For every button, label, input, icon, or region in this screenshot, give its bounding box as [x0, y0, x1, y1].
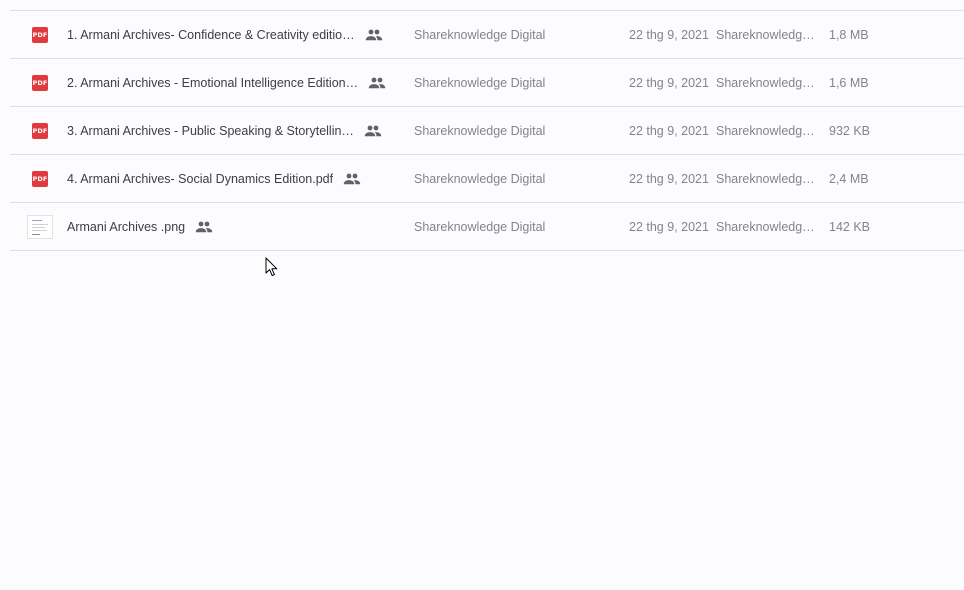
shared-people-icon	[368, 77, 386, 89]
modified-by-cell: Shareknowledg…	[716, 11, 816, 58]
modified-by-text: Shareknowledg…	[716, 219, 815, 234]
file-row[interactable]: PDF 3. Armani Archives - Public Speaking…	[10, 107, 964, 155]
file-name: 4. Armani Archives- Social Dynamics Edit…	[67, 171, 334, 186]
file-size-cell: 1,6 MB	[829, 75, 869, 90]
pdf-file-icon: PDF	[25, 11, 55, 58]
file-size-cell: 2,4 MB	[829, 171, 869, 186]
shared-people-icon	[364, 125, 382, 137]
shared-people-icon	[343, 173, 361, 185]
file-name: 3. Armani Archives - Public Speaking & S…	[67, 123, 354, 138]
image-thumbnail-icon	[25, 203, 55, 250]
owner-cell: Shareknowledge Digital	[414, 171, 546, 186]
modified-date-cell: 22 thg 9, 2021	[629, 27, 709, 42]
file-name-cell[interactable]: 1. Armani Archives- Confidence & Creativ…	[67, 11, 383, 58]
file-size-cell: 932 KB	[829, 123, 871, 138]
mouse-pointer-icon	[265, 257, 279, 282]
file-name-cell[interactable]: Armani Archives .png	[67, 203, 213, 250]
pdf-file-icon: PDF	[25, 59, 55, 106]
owner-cell: Shareknowledge Digital	[414, 75, 546, 90]
owner-cell: Shareknowledge Digital	[414, 123, 546, 138]
modified-by-text: Shareknowledg…	[716, 27, 815, 42]
file-row[interactable]: PDF 1. Armani Archives- Confidence & Cre…	[10, 11, 964, 59]
file-name: 1. Armani Archives- Confidence & Creativ…	[67, 27, 355, 42]
file-row[interactable]: Armani Archives .png Shareknowledge Digi…	[10, 203, 964, 251]
file-name: Armani Archives .png	[67, 219, 186, 234]
file-size-cell: 142 KB	[829, 219, 871, 234]
file-name-cell[interactable]: 3. Armani Archives - Public Speaking & S…	[67, 107, 382, 154]
modified-by-cell: Shareknowledg…	[716, 59, 816, 106]
file-name-cell[interactable]: 4. Armani Archives- Social Dynamics Edit…	[67, 155, 361, 202]
modified-by-text: Shareknowledg…	[716, 75, 815, 90]
modified-by-cell: Shareknowledg…	[716, 203, 816, 250]
pdf-file-icon: PDF	[25, 155, 55, 202]
file-row[interactable]: PDF 4. Armani Archives- Social Dynamics …	[10, 155, 964, 203]
owner-cell: Shareknowledge Digital	[414, 219, 546, 234]
modified-by-cell: Shareknowledg…	[716, 155, 816, 202]
file-row[interactable]: PDF 2. Armani Archives - Emotional Intel…	[10, 59, 964, 107]
file-list: PDF 1. Armani Archives- Confidence & Cre…	[10, 10, 964, 251]
shared-people-icon	[195, 221, 213, 233]
file-name-cell[interactable]: 2. Armani Archives - Emotional Intellige…	[67, 59, 386, 106]
file-name: 2. Armani Archives - Emotional Intellige…	[67, 75, 359, 90]
modified-by-text: Shareknowledg…	[716, 123, 815, 138]
pdf-file-icon: PDF	[25, 107, 55, 154]
image-thumbnail	[27, 214, 53, 239]
modified-date-cell: 22 thg 9, 2021	[629, 123, 709, 138]
modified-by-cell: Shareknowledg…	[716, 107, 816, 154]
shared-people-icon	[365, 29, 383, 41]
file-size-cell: 1,8 MB	[829, 27, 869, 42]
modified-date-cell: 22 thg 9, 2021	[629, 171, 709, 186]
modified-date-cell: 22 thg 9, 2021	[629, 219, 709, 234]
modified-date-cell: 22 thg 9, 2021	[629, 75, 709, 90]
owner-cell: Shareknowledge Digital	[414, 27, 546, 42]
modified-by-text: Shareknowledg…	[716, 171, 815, 186]
